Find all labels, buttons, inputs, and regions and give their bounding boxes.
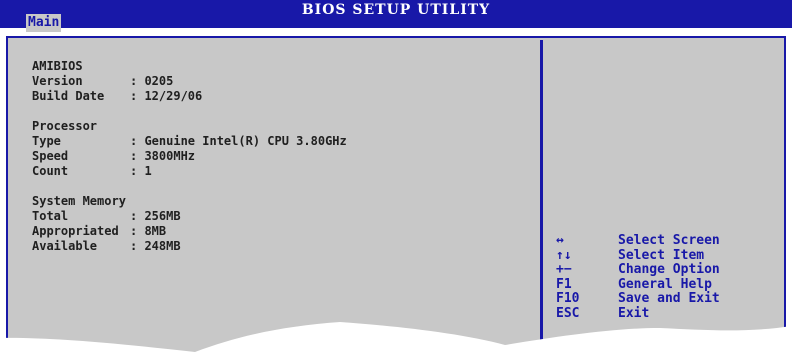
torn-edge	[0, 322, 792, 355]
